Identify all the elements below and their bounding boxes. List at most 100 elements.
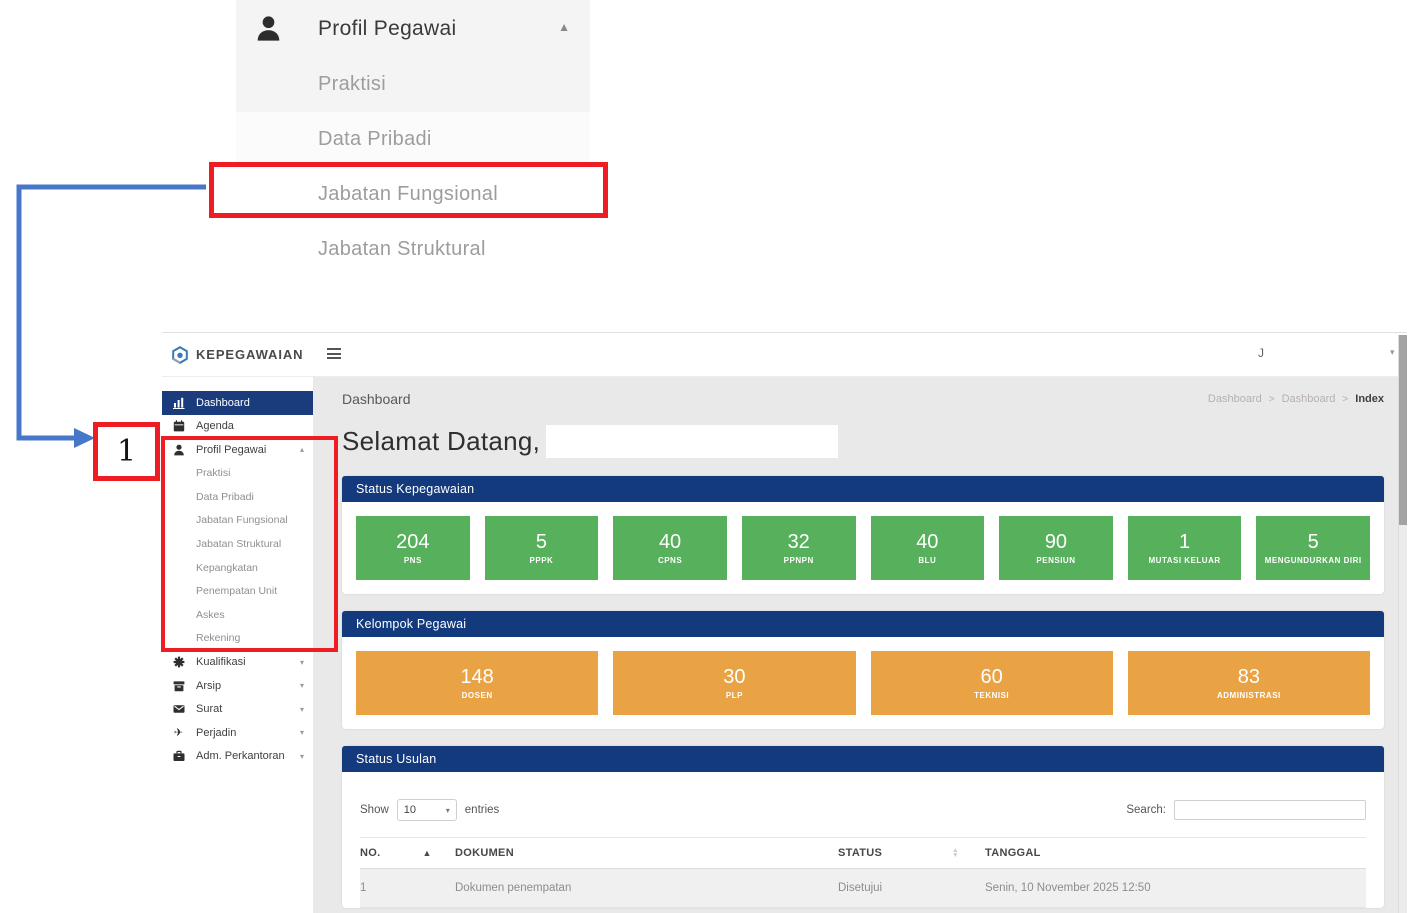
sidebar-subitem-data-pribadi[interactable]: Data Pribadi bbox=[162, 485, 313, 509]
person-icon bbox=[172, 444, 185, 456]
gear-icon bbox=[172, 656, 185, 668]
user-menu-caret-icon[interactable]: ▾ bbox=[1390, 347, 1395, 358]
sort-asc-icon: ▲ bbox=[422, 848, 431, 858]
snippet-item-jabatan-struktural[interactable]: Jabatan Struktural bbox=[236, 222, 590, 277]
stat-card-mutasi-keluar: 1MUTASI KELUAR bbox=[1128, 516, 1242, 580]
bar-chart-icon bbox=[172, 397, 185, 409]
group-card-dosen: 148DOSEN bbox=[356, 651, 598, 715]
sidebar-item-adm-perkantoran[interactable]: Adm. Perkantoran ▾ bbox=[162, 744, 313, 768]
snippet-item-label: Profil Pegawai bbox=[318, 17, 456, 41]
stat-card-blu: 40BLU bbox=[871, 516, 985, 580]
expand-caret-icon: ▾ bbox=[300, 752, 304, 761]
stat-card-pppk: 5PPPK bbox=[485, 516, 599, 580]
snippet-item-data-pribadi[interactable]: Data Pribadi bbox=[236, 112, 590, 167]
stat-card-ppnpn: 32PPNPN bbox=[742, 516, 856, 580]
entries-label: entries bbox=[465, 804, 500, 816]
welcome-heading: Selamat Datang, bbox=[342, 426, 540, 457]
sidebar-subitem-kepangkatan[interactable]: Kepangkatan bbox=[162, 556, 313, 580]
sidebar-subitem-askes[interactable]: Askes bbox=[162, 603, 313, 627]
stat-card-pensiun: 90PENSIUN bbox=[999, 516, 1113, 580]
collapse-caret-icon: ▲ bbox=[558, 20, 570, 34]
sidebar-subitem-jabatan-fungsional[interactable]: Jabatan Fungsional bbox=[162, 509, 313, 533]
show-label: Show bbox=[360, 804, 389, 816]
breadcrumb-item[interactable]: Dashboard bbox=[1208, 393, 1262, 405]
collapse-caret-icon: ▴ bbox=[300, 445, 304, 454]
entries-select[interactable]: 10 ▾ bbox=[397, 799, 457, 821]
stat-card-pns: 204PNS bbox=[356, 516, 470, 580]
cell-status: Disetujui bbox=[838, 869, 985, 908]
sidebar-subitem-praktisi[interactable]: Praktisi bbox=[162, 462, 313, 486]
select-caret-icon: ▾ bbox=[446, 806, 450, 815]
airplane-icon: ✈ bbox=[172, 727, 185, 738]
sidebar-item-label: Adm. Perkantoran bbox=[196, 750, 285, 762]
panel-kelompok-pegawai: Kelompok Pegawai 148DOSEN 30PLP 60TEKNIS… bbox=[342, 611, 1384, 729]
column-header-tanggal[interactable]: TANGGAL bbox=[985, 838, 1366, 869]
panel-header: Kelompok Pegawai bbox=[342, 611, 1384, 637]
table-row[interactable]: 1 Dokumen penempatan Disetujui Senin, 10… bbox=[360, 869, 1366, 908]
panel-header: Status Usulan bbox=[342, 746, 1384, 772]
expand-caret-icon: ▾ bbox=[300, 705, 304, 714]
sidebar-item-surat[interactable]: Surat ▾ bbox=[162, 697, 313, 721]
column-header-dokumen[interactable]: DOKUMEN bbox=[455, 838, 838, 869]
archive-icon bbox=[172, 680, 185, 692]
search-label: Search: bbox=[1126, 804, 1166, 816]
group-card-teknisi: 60TEKNISI bbox=[871, 651, 1113, 715]
main-content: Dashboard Dashboard > Dashboard > Index … bbox=[313, 377, 1407, 913]
brand[interactable]: KEPEGAWAIAN bbox=[162, 346, 303, 364]
cell-no: 1 bbox=[360, 869, 455, 908]
app-logo-icon bbox=[171, 346, 189, 364]
sidebar-item-dashboard[interactable]: Dashboard bbox=[162, 391, 313, 415]
sidebar: Dashboard Agenda P bbox=[162, 377, 313, 913]
group-card-administrasi: 83ADMINISTRASI bbox=[1128, 651, 1370, 715]
cell-dokumen: Dokumen penempatan bbox=[455, 869, 838, 908]
redacted-username-box bbox=[546, 425, 838, 458]
sidebar-item-agenda[interactable]: Agenda bbox=[162, 415, 313, 439]
scrollbar-thumb[interactable] bbox=[1399, 335, 1407, 525]
step-number-badge: 1 bbox=[93, 422, 160, 481]
app-header: KEPEGAWAIAN J ▾ bbox=[162, 333, 1407, 377]
stat-card-mengundurkan-diri: 5MENGUNDURKAN DIRI bbox=[1256, 516, 1370, 580]
app-screenshot: KEPEGAWAIAN J ▾ Dashboard bbox=[162, 332, 1407, 913]
sidebar-item-profil-pegawai[interactable]: Profil Pegawai ▴ bbox=[162, 438, 313, 462]
sidebar-item-label: Dashboard bbox=[196, 397, 250, 409]
column-header-no[interactable]: NO.▲ bbox=[360, 838, 455, 869]
group-card-plp: 30PLP bbox=[613, 651, 855, 715]
expand-caret-icon: ▾ bbox=[300, 658, 304, 667]
user-name[interactable]: J bbox=[1258, 346, 1264, 360]
expand-caret-icon: ▾ bbox=[300, 728, 304, 737]
sidebar-subitem-jabatan-struktural[interactable]: Jabatan Struktural bbox=[162, 532, 313, 556]
briefcase-icon bbox=[172, 750, 185, 762]
breadcrumb-separator: > bbox=[1269, 394, 1275, 405]
tutorial-page: KEPEGAWAIAN J ▾ Dashboard bbox=[0, 0, 1419, 912]
stat-card-cpns: 40CPNS bbox=[613, 516, 727, 580]
menu-snippet: Profil Pegawai ▲ Praktisi Data Pribadi J… bbox=[236, 0, 590, 277]
expand-caret-icon: ▾ bbox=[300, 681, 304, 690]
column-header-status[interactable]: STATUS▲▼ bbox=[838, 838, 985, 869]
breadcrumb: Dashboard > Dashboard > Index bbox=[1208, 393, 1384, 405]
sidebar-item-perjadin[interactable]: ✈ Perjadin ▾ bbox=[162, 721, 313, 745]
calendar-icon bbox=[172, 420, 185, 432]
sidebar-item-label: Arsip bbox=[196, 680, 221, 692]
panel-status-usulan: Status Usulan Show 10 ▾ entries bbox=[342, 746, 1384, 908]
sidebar-subitem-rekening[interactable]: Rekening bbox=[162, 627, 313, 651]
brand-name: KEPEGAWAIAN bbox=[196, 347, 303, 362]
breadcrumb-item[interactable]: Dashboard bbox=[1282, 393, 1336, 405]
panel-header: Status Kepegawaian bbox=[342, 476, 1384, 502]
sort-icon: ▲▼ bbox=[952, 848, 959, 858]
sidebar-item-label: Agenda bbox=[196, 420, 234, 432]
sidebar-item-label: Kualifikasi bbox=[196, 656, 246, 668]
snippet-item-profil-pegawai[interactable]: Profil Pegawai ▲ bbox=[236, 0, 590, 57]
snippet-item-praktisi[interactable]: Praktisi bbox=[236, 57, 590, 112]
page-title: Dashboard bbox=[342, 391, 411, 407]
usulan-table: NO.▲ DOKUMEN STATUS▲▼ TANGGAL bbox=[360, 837, 1366, 908]
breadcrumb-separator: > bbox=[1342, 394, 1348, 405]
snippet-item-jabatan-fungsional[interactable]: Jabatan Fungsional bbox=[236, 167, 590, 222]
sidebar-subitem-penempatan-unit[interactable]: Penempatan Unit bbox=[162, 579, 313, 603]
vertical-scrollbar[interactable] bbox=[1398, 335, 1407, 913]
hamburger-menu-icon[interactable] bbox=[327, 348, 341, 359]
search-input[interactable] bbox=[1174, 800, 1366, 820]
panel-status-kepegawaian: Status Kepegawaian 204PNS 5PPPK 40CPNS 3… bbox=[342, 476, 1384, 594]
breadcrumb-current: Index bbox=[1355, 393, 1384, 405]
sidebar-item-arsip[interactable]: Arsip ▾ bbox=[162, 674, 313, 698]
sidebar-item-kualifikasi[interactable]: Kualifikasi ▾ bbox=[162, 650, 313, 674]
